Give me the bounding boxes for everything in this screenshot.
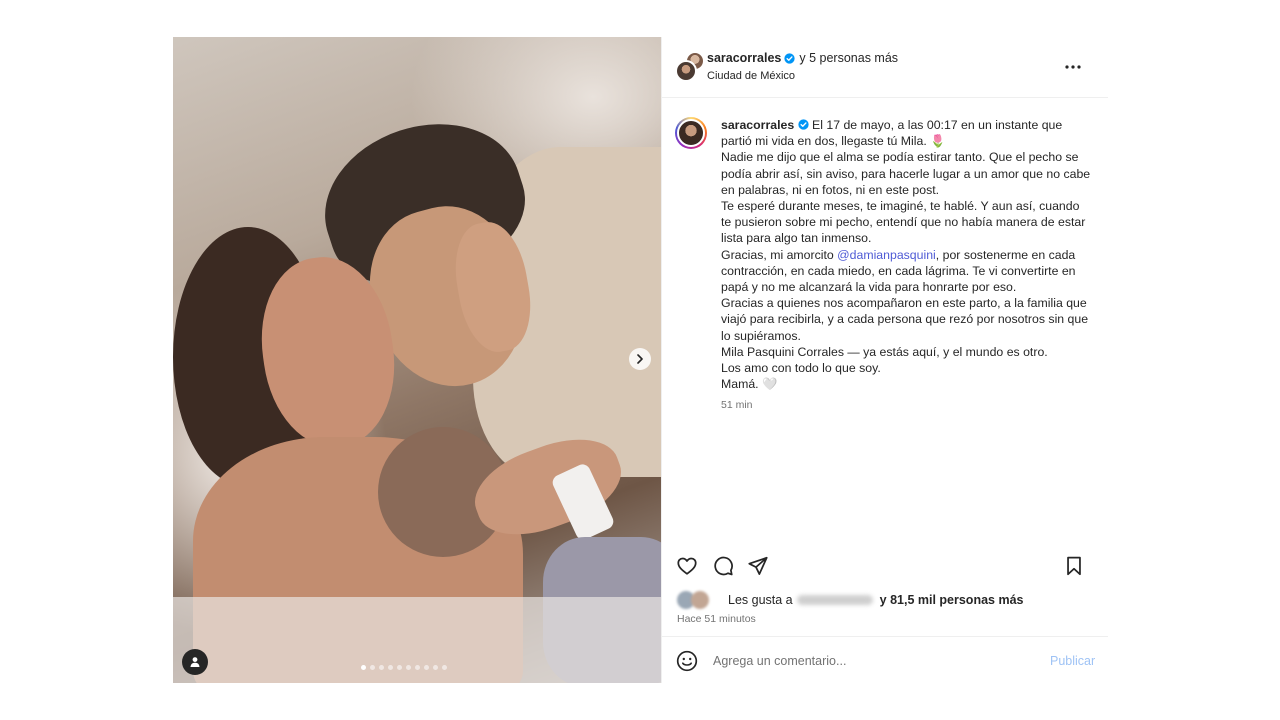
comment-composer: Publicar xyxy=(662,636,1108,683)
caption-paragraph: Gracias a quienes nos acompañaron en est… xyxy=(721,296,1089,343)
caption-text: Gracias, mi amorcito xyxy=(721,247,834,262)
avatar xyxy=(677,119,705,147)
carousel-dot xyxy=(424,665,429,670)
post-actions xyxy=(662,550,1108,582)
carousel-dot xyxy=(388,665,393,670)
share-button[interactable] xyxy=(746,554,770,578)
more-options-button[interactable] xyxy=(1063,57,1083,77)
caption-timestamp[interactable]: 51 min xyxy=(721,397,1093,413)
emoji-button[interactable] xyxy=(676,650,698,672)
heart-icon xyxy=(677,557,697,575)
post-header: saracorrales y 5 personas más Ciudad de … xyxy=(662,37,1108,98)
coauthors-link[interactable]: y 5 personas más xyxy=(799,51,898,65)
liker-username-blurred[interactable] xyxy=(796,595,873,605)
post-header-text: saracorrales y 5 personas más Ciudad de … xyxy=(707,51,898,82)
verified-badge-icon xyxy=(784,52,796,64)
smiley-icon xyxy=(676,650,698,672)
tagged-people-button[interactable] xyxy=(182,649,208,675)
instagram-post: saracorrales y 5 personas más Ciudad de … xyxy=(173,37,1108,683)
caption-paragraph: Gracias, mi amorcito @damianpasquini, po… xyxy=(721,247,1093,296)
user-icon xyxy=(190,657,200,667)
comment-input[interactable] xyxy=(713,650,1033,672)
post-side-panel: saracorrales y 5 personas más Ciudad de … xyxy=(661,37,1108,683)
more-horizontal-icon xyxy=(1065,65,1081,69)
author-username-link[interactable]: saracorrales xyxy=(707,51,781,65)
carousel-dot xyxy=(415,665,420,670)
carousel-dot xyxy=(442,665,447,670)
post-caption: saracorrales El 17 de mayo, a las 00:17 … xyxy=(675,117,1099,414)
caption-paragraph: saracorrales El 17 de mayo, a las 00:17 … xyxy=(721,117,1093,149)
post-timestamp[interactable]: Hace 51 minutos xyxy=(677,613,756,625)
mention-link[interactable]: @damianpasquini xyxy=(837,248,936,262)
location-link[interactable]: Ciudad de México xyxy=(707,70,898,82)
post-authors: saracorrales y 5 personas más xyxy=(707,51,898,65)
photo-sheet xyxy=(173,597,661,683)
caption-username-link[interactable]: saracorrales xyxy=(721,118,794,132)
collab-avatars[interactable] xyxy=(675,51,707,83)
caption-paragraph: Mila Pasquini Corrales — ya estás aquí, … xyxy=(721,344,1048,359)
avatar xyxy=(691,591,709,609)
caption-paragraph: Los amo con todo lo que soy. xyxy=(721,361,881,376)
carousel-dot xyxy=(406,665,411,670)
caption-paragraph: Mamá. 🤍 xyxy=(721,377,778,392)
carousel-dot xyxy=(361,665,366,670)
send-icon xyxy=(748,556,768,575)
save-button[interactable] xyxy=(1062,554,1086,578)
bookmark-icon xyxy=(1067,556,1081,576)
carousel-next-button[interactable] xyxy=(629,348,651,370)
likes-summary: Les gusta a y 81,5 mil personas más xyxy=(677,591,1023,609)
caption-avatar[interactable] xyxy=(675,117,707,149)
carousel-dot xyxy=(379,665,384,670)
liker-avatars[interactable] xyxy=(677,591,721,609)
likes-count-link[interactable]: y 81,5 mil personas más xyxy=(880,593,1024,607)
carousel-indicator xyxy=(361,665,447,670)
like-button[interactable] xyxy=(675,554,699,578)
chevron-right-icon xyxy=(637,354,643,364)
verified-badge-icon xyxy=(797,119,809,130)
carousel-dot xyxy=(397,665,402,670)
caption-paragraph: Te esperé durante meses, te imaginé, te … xyxy=(721,199,1086,246)
likes-prefix: Les gusta a xyxy=(728,593,793,607)
post-photo[interactable] xyxy=(173,37,661,683)
carousel-dot xyxy=(433,665,438,670)
avatar xyxy=(675,60,697,82)
publish-button[interactable]: Publicar xyxy=(1050,654,1095,668)
caption-paragraph: Nadie me dijo que el alma se podía estir… xyxy=(721,150,1091,197)
caption-body: saracorrales El 17 de mayo, a las 00:17 … xyxy=(721,117,1093,414)
carousel-dot xyxy=(370,665,375,670)
comment-icon xyxy=(714,556,733,576)
comment-button[interactable] xyxy=(711,554,735,578)
